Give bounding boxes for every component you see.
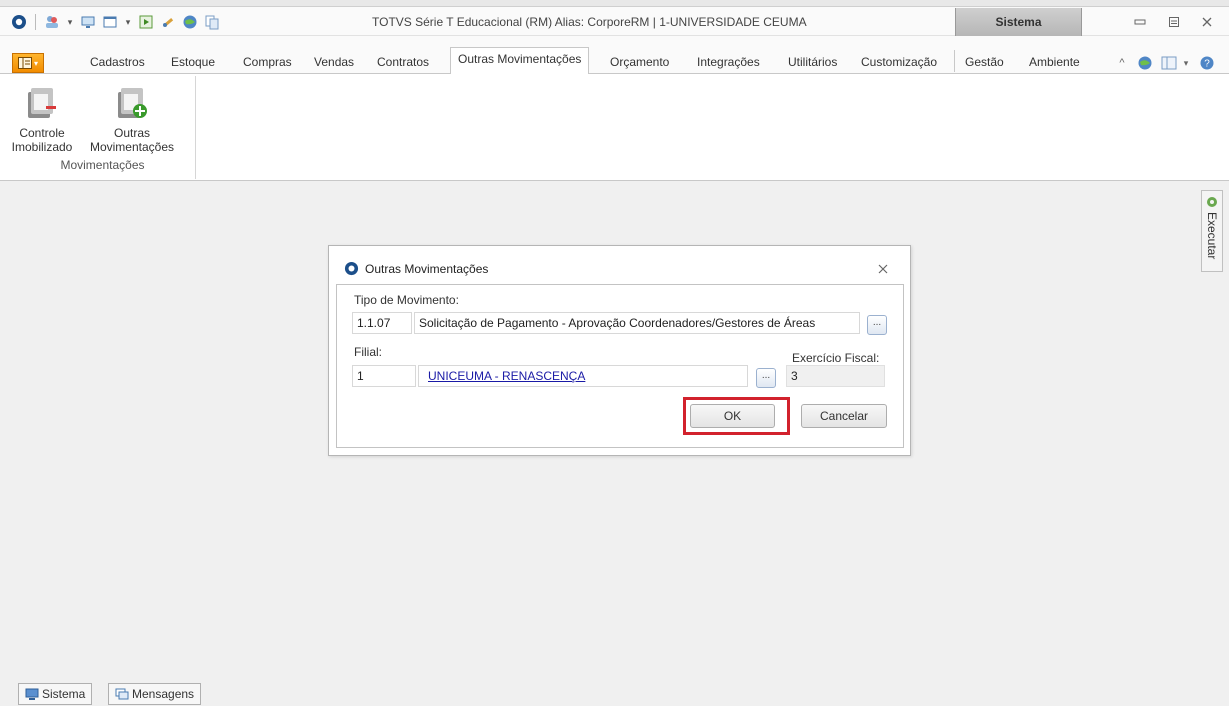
tab-separator (954, 50, 955, 72)
tab-vendas[interactable]: Vendas (314, 54, 354, 74)
dialog-form: Tipo de Movimento: 1.1.07 Solicitação de… (336, 284, 904, 448)
restore-icon[interactable] (1164, 13, 1184, 31)
bottom-tab-sistema[interactable]: Sistema (18, 683, 93, 705)
button-label: Outras (113, 126, 150, 140)
tools-icon[interactable] (159, 13, 177, 31)
side-tab-label: Executar (1205, 212, 1219, 260)
help-icon[interactable]: ? (1198, 53, 1216, 73)
button-label: Controle (19, 126, 65, 140)
monitor-icon[interactable] (79, 13, 97, 31)
tab-integracoes[interactable]: Integrações (697, 54, 760, 74)
chevron-down-icon[interactable]: ▾ (65, 17, 75, 28)
context-tab-sistema[interactable]: Sistema (955, 8, 1082, 36)
exercicio-fiscal-label: Exercício Fiscal: (792, 351, 880, 365)
tab-estoque[interactable]: Estoque (171, 54, 215, 74)
tab-orcamento[interactable]: Orçamento (610, 54, 669, 74)
users-icon[interactable] (43, 13, 61, 31)
toolbar-separator (35, 14, 36, 30)
filial-name-link[interactable]: UNICEUMA - RENASCENÇA (418, 365, 748, 387)
run-icon[interactable] (137, 13, 155, 31)
minimize-ribbon-icon[interactable]: ^ (1114, 53, 1130, 73)
bottom-tab-label: Sistema (42, 687, 86, 701)
outras-movimentacoes-button[interactable]: Outras Movimentações (84, 84, 180, 154)
ribbon-group-movimentacoes: Controle Imobilizado Outras Movimentaçõe… (10, 76, 196, 179)
button-label: Imobilizado (11, 140, 73, 154)
ok-button[interactable]: OK (690, 404, 775, 428)
add-movement-icon (118, 88, 147, 118)
title-bar: ▾ ▾ TOTVS Série T Educacional (RM) Alias… (0, 0, 1229, 36)
quick-access-toolbar: ▾ ▾ (10, 12, 221, 32)
tab-compras[interactable]: Compras (243, 54, 292, 74)
totvs-logo-icon (344, 261, 359, 276)
totvs-logo-icon[interactable] (10, 13, 28, 31)
application-menu-button[interactable]: ▾ (12, 53, 44, 73)
filial-code-field[interactable]: 1 (352, 365, 416, 387)
tipo-movimento-code-field[interactable]: 1.1.07 (352, 312, 412, 334)
globe-icon[interactable] (1136, 53, 1154, 73)
dialog-title-bar: Outras Movimentações (344, 261, 488, 276)
tipo-movimento-lookup-button[interactable]: ... (867, 315, 887, 335)
tab-customizacao[interactable]: Customização (861, 54, 937, 74)
tab-gestao[interactable]: Gestão (965, 54, 1004, 74)
button-label: Movimentações (89, 140, 175, 154)
copy-icon[interactable] (203, 13, 221, 31)
tab-contratos[interactable]: Contratos (377, 54, 429, 74)
tipo-movimento-label: Tipo de Movimento: (354, 293, 459, 307)
controle-imobilizado-button[interactable]: Controle Imobilizado (8, 84, 76, 154)
tipo-movimento-desc-field[interactable]: Solicitação de Pagamento - Aprovação Coo… (414, 312, 860, 334)
outras-movimentacoes-dialog: Outras Movimentações Tipo de Movimento: … (328, 245, 911, 456)
tab-ambiente[interactable]: Ambiente (1029, 54, 1080, 74)
bottom-tab-mensagens[interactable]: Mensagens (108, 683, 202, 705)
window-icon[interactable] (101, 13, 119, 31)
dialog-close-icon[interactable] (875, 261, 891, 277)
close-icon[interactable] (1197, 13, 1217, 31)
chevron-down-icon: ▾ (33, 58, 38, 68)
layout-icon[interactable] (1160, 53, 1178, 73)
chevron-down-icon[interactable]: ▾ (1181, 53, 1191, 73)
ribbon-tab-bar: ▾ Cadastros Estoque Compras Vendas Contr… (0, 36, 1229, 74)
tab-outras-movimentacoes[interactable]: Outras Movimentações (450, 47, 590, 74)
filial-label: Filial: (354, 345, 383, 359)
tab-cadastros[interactable]: Cadastros (90, 54, 145, 74)
window-title: TOTVS Série T Educacional (RM) Alias: Co… (372, 15, 807, 29)
dialog-title: Outras Movimentações (365, 261, 489, 276)
filial-lookup-button[interactable]: ... (756, 368, 776, 388)
svg-text:?: ? (1204, 59, 1210, 70)
bottom-tab-label: Mensagens (132, 687, 195, 701)
cancel-button[interactable]: Cancelar (801, 404, 887, 428)
tab-utilitarios[interactable]: Utilitários (788, 54, 837, 74)
messages-icon (115, 688, 129, 699)
ribbon-panel: Controle Imobilizado Outras Movimentaçõe… (0, 74, 1229, 181)
ribbon-group-label: Movimentações (60, 158, 145, 172)
gear-icon (1207, 197, 1217, 207)
monitor-icon (25, 688, 39, 700)
exercicio-fiscal-field: 3 (786, 365, 885, 387)
app-menu-icon (17, 57, 32, 69)
executar-side-tab[interactable]: Executar (1201, 190, 1223, 272)
minimize-icon[interactable] (1130, 13, 1150, 31)
asset-control-icon (28, 88, 56, 118)
globe-icon[interactable] (181, 13, 199, 31)
title-bar-edge (0, 0, 1229, 7)
chevron-down-icon[interactable]: ▾ (123, 17, 133, 28)
